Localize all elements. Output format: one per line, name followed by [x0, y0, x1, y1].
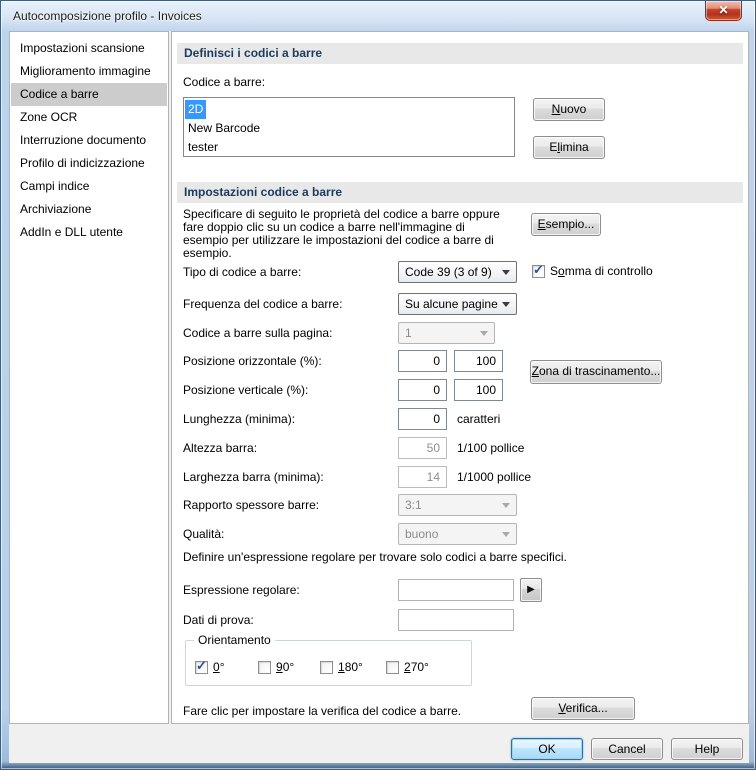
checksum-checkbox[interactable]: ✓ Somma di controllo — [532, 264, 653, 278]
titlebar: Autocomposizione profilo - Invoices ✕ — [1, 1, 755, 31]
bar-ratio-combobox: 3:1 — [398, 494, 517, 516]
close-button[interactable]: ✕ — [705, 1, 742, 21]
orientation-groupbox: Orientamento ✓ 0° ✓ 90° ✓ 180° ✓ 270° — [185, 640, 472, 686]
sidebar-item-profilo-di-indicizzazione[interactable]: Profilo di indicizzazione — [11, 152, 167, 175]
vertical-position-to-input[interactable] — [454, 379, 503, 401]
sidebar-item-impostazioni-scansione[interactable]: Impostazioni scansione — [11, 37, 167, 60]
min-length-input[interactable] — [398, 408, 447, 430]
chevron-down-icon — [502, 532, 510, 537]
sidebar: Impostazioni scansione Miglioramento imm… — [9, 31, 169, 724]
play-icon: ▶ — [527, 584, 535, 595]
regex-menu-button[interactable]: ▶ — [520, 578, 542, 602]
test-data-input[interactable] — [398, 609, 514, 631]
bar-width-input — [398, 466, 447, 488]
help-button[interactable]: Help — [671, 738, 743, 760]
main-panel: Definisci i codici a barre Codice a barr… — [171, 31, 749, 724]
regex-input[interactable] — [398, 579, 514, 601]
list-item[interactable]: 2D — [185, 100, 513, 119]
vertical-position-label: Posizione verticale (%): — [183, 383, 308, 397]
delete-button[interactable]: Elimina — [533, 136, 605, 159]
barcode-type-combobox[interactable]: Code 39 (3 of 9) — [398, 261, 517, 283]
sidebar-item-zone-ocr[interactable]: Zone OCR — [11, 106, 167, 129]
orientation-180-checkbox[interactable]: ✓ 180° — [320, 660, 363, 674]
footer: OK Cancel Help — [9, 724, 749, 763]
checkbox-box: ✓ — [195, 661, 208, 674]
verify-note: Fare clic per impostare la verifica del … — [183, 704, 461, 718]
horizontal-position-from-input[interactable] — [398, 350, 447, 372]
example-button[interactable]: Esempio... — [531, 213, 601, 236]
section-header-barcode-settings: Impostazioni codice a barre — [177, 182, 743, 203]
orientation-270-checkbox[interactable]: ✓ 270° — [386, 660, 429, 674]
checksum-label: Somma di controllo — [550, 264, 653, 278]
sidebar-item-addin-dll-utente[interactable]: AddIn e DLL utente — [11, 221, 167, 244]
barcode-list-label: Codice a barre: — [183, 75, 265, 89]
chevron-down-icon — [480, 331, 488, 336]
close-icon: ✕ — [718, 3, 728, 17]
min-length-unit: caratteri — [457, 412, 500, 426]
cancel-button[interactable]: Cancel — [591, 738, 663, 760]
section-header-define-barcodes: Definisci i codici a barre — [177, 43, 743, 64]
profile-wizard-dialog: Autocomposizione profilo - Invoices ✕ Im… — [0, 0, 756, 770]
orientation-0-checkbox[interactable]: ✓ 0° — [195, 660, 225, 674]
bar-height-label: Altezza barra: — [183, 441, 257, 455]
orientation-90-checkbox[interactable]: ✓ 90° — [258, 660, 294, 674]
checkbox-box: ✓ — [258, 661, 271, 674]
bar-ratio-label: Rapporto spessore barre: — [183, 498, 319, 512]
horizontal-position-label: Posizione orizzontale (%): — [183, 354, 322, 368]
sidebar-item-interruzione-documento[interactable]: Interruzione documento — [11, 129, 167, 152]
frequency-combobox[interactable]: Su alcune pagine — [398, 293, 517, 315]
min-length-label: Lunghezza (minima): — [183, 412, 295, 426]
new-button[interactable]: Nuovo — [533, 98, 605, 121]
drag-zone-button[interactable]: Zona di trascinamento... — [530, 360, 662, 384]
window-title: Autocomposizione profilo - Invoices — [13, 9, 202, 23]
vertical-position-from-input[interactable] — [398, 379, 447, 401]
quality-label: Qualità: — [183, 527, 224, 541]
dialog-body: Impostazioni scansione Miglioramento imm… — [9, 31, 749, 763]
ok-button[interactable]: OK — [511, 738, 583, 760]
bar-height-unit: 1/100 pollice — [457, 441, 524, 455]
checkbox-box: ✓ — [386, 661, 399, 674]
checkbox-box: ✓ — [320, 661, 333, 674]
barcode-on-page-label: Codice a barre sulla pagina: — [183, 326, 332, 340]
check-icon: ✓ — [196, 659, 207, 672]
barcode-listbox[interactable]: 2D New Barcode tester — [183, 97, 515, 157]
verify-button[interactable]: Verifica... — [531, 697, 635, 720]
sidebar-item-miglioramento-immagine[interactable]: Miglioramento immagine — [11, 60, 167, 83]
bar-width-label: Larghezza barra (minima): — [183, 470, 324, 484]
list-item[interactable]: tester — [185, 138, 513, 157]
checkbox-box: ✓ — [532, 265, 545, 278]
regex-label: Espressione regolare: — [183, 583, 300, 597]
sidebar-item-archiviazione[interactable]: Archiviazione — [11, 198, 167, 221]
sidebar-item-codice-a-barre[interactable]: Codice a barre — [11, 83, 167, 106]
settings-description: Specificare di seguito le proprietà del … — [183, 208, 553, 260]
chevron-down-icon — [502, 503, 510, 508]
regex-note: Definire un'espressione regolare per tro… — [183, 551, 743, 564]
barcode-on-page-combobox: 1 — [398, 322, 495, 344]
chevron-down-icon — [502, 302, 510, 307]
frequency-label: Frequenza del codice a barre: — [183, 297, 342, 311]
barcode-type-label: Tipo di codice a barre: — [183, 265, 301, 279]
check-icon: ✓ — [533, 263, 544, 276]
orientation-title: Orientamento — [194, 633, 275, 647]
bar-width-unit: 1/1000 pollice — [457, 470, 531, 484]
test-data-label: Dati di prova: — [183, 613, 254, 627]
horizontal-position-to-input[interactable] — [454, 350, 503, 372]
quality-combobox: buono — [398, 523, 517, 545]
sidebar-item-campi-indice[interactable]: Campi indice — [11, 175, 167, 198]
chevron-down-icon — [502, 270, 510, 275]
list-item[interactable]: New Barcode — [185, 119, 513, 138]
bar-height-input — [398, 437, 447, 459]
